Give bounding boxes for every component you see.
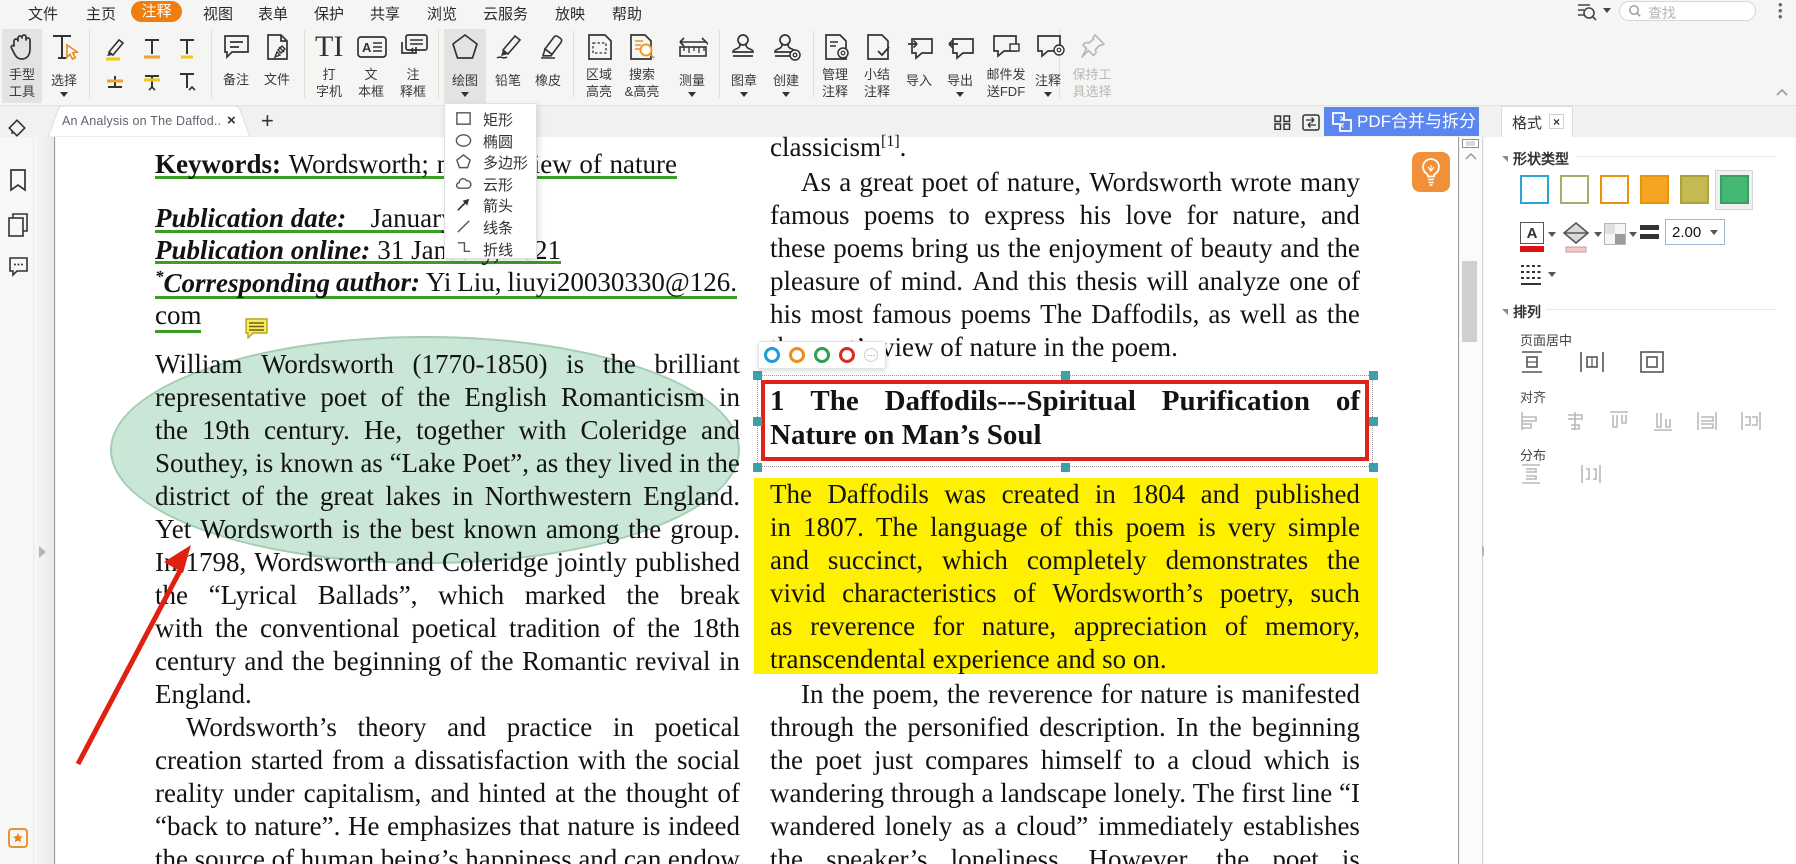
- svg-text:A: A: [362, 40, 372, 55]
